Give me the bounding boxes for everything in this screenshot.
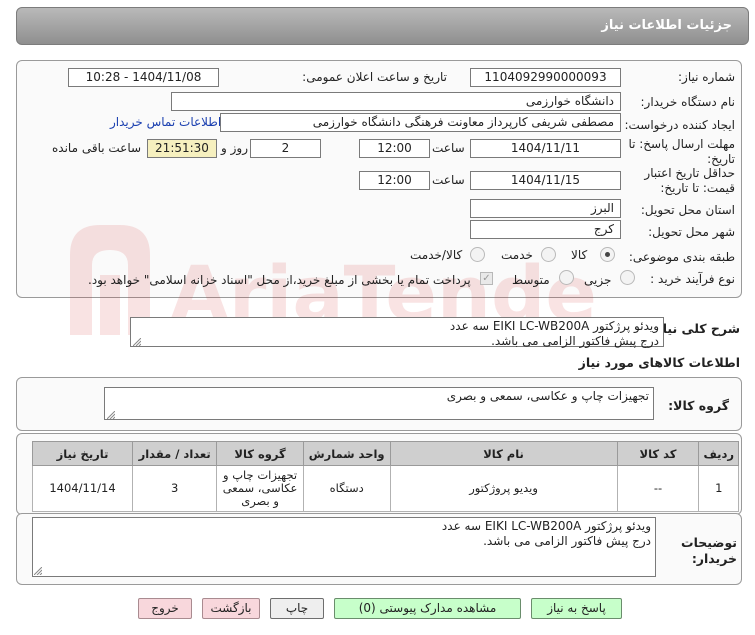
buyer-notes-label-line1: توضیحات bbox=[681, 535, 737, 550]
summary-line-1: ویدئو پرژکتور EIKI LC-WB200A سه عدد bbox=[449, 319, 659, 333]
province-label: استان محل تحویل: bbox=[640, 203, 735, 217]
remaining-time-field: 21:51:30 bbox=[147, 139, 217, 158]
announce-label: تاریخ و ساعت اعلان عمومی: bbox=[302, 70, 447, 84]
contact-buyer-link[interactable]: اطلاعات تماس خریدار bbox=[110, 115, 221, 129]
cell-item-code: -- bbox=[616, 465, 700, 512]
city-label: شهر محل تحویل: bbox=[648, 225, 735, 239]
items-table: ردیف کد کالا نام کالا واحد شمارش گروه کا… bbox=[31, 441, 739, 512]
title-bar: جزئیات اطلاعات نیاز bbox=[16, 7, 749, 45]
need-number-label: شماره نیاز: bbox=[678, 70, 735, 84]
exit-button[interactable]: خروج bbox=[138, 598, 192, 619]
process-option-medium: متوسط bbox=[512, 273, 550, 287]
days-label: روز و bbox=[221, 141, 248, 155]
process-label: نوع فرآیند خرید : bbox=[650, 272, 735, 286]
remaining-label: ساعت باقی مانده bbox=[52, 141, 142, 155]
col-header: کد کالا bbox=[616, 441, 700, 466]
cell-item-group: تجهیزات چاپ و عکاسی، سمعی و بصری bbox=[216, 465, 304, 512]
col-header: ردیف bbox=[698, 441, 739, 466]
col-header: واحد شمارش bbox=[302, 441, 391, 466]
table-row: 1 -- ویدیو پروژکتور دستگاه تجهیزات چاپ و… bbox=[31, 465, 739, 512]
buyer-org-label: نام دستگاه خریدار: bbox=[640, 95, 736, 109]
validity-label-line2: قیمت: تا تاریخ: bbox=[660, 181, 735, 195]
cell-item-name: ویدیو پروژکتور bbox=[389, 465, 618, 512]
items-table-header: ردیف کد کالا نام کالا واحد شمارش گروه کا… bbox=[31, 441, 739, 466]
deadline-time-label: ساعت bbox=[432, 141, 465, 155]
radio-selected-icon[interactable] bbox=[600, 247, 615, 262]
summary-textarea: ویدئو پرژکتور EIKI LC-WB200A سه عدد درج … bbox=[130, 317, 664, 348]
goods-group-field: تجهیزات چاپ و عکاسی، سمعی و بصری bbox=[104, 387, 654, 420]
col-header: تاریخ نیاز bbox=[31, 441, 134, 466]
goods-section-title: اطلاعات کالاهای مورد نیاز bbox=[578, 355, 740, 370]
cell-quantity: 3 bbox=[132, 465, 218, 512]
buyer-org-field: دانشگاه خوارزمی bbox=[171, 92, 621, 111]
announce-field: 1404/11/08 - 10:28 bbox=[68, 68, 219, 87]
deadline-time-field: 12:00 bbox=[359, 139, 430, 158]
category-label: طبقه بندی موضوعی: bbox=[628, 250, 735, 264]
radio-icon[interactable] bbox=[559, 270, 574, 285]
process-option-small: جزیی bbox=[584, 273, 612, 287]
category-option-goods: کالا bbox=[571, 248, 588, 262]
buyer-notes-textarea: ویدئو پرژکتور EIKI LC-WB200A سه عدد درج … bbox=[32, 517, 656, 577]
print-button[interactable]: چاپ bbox=[270, 598, 324, 619]
cell-need-date: 1404/11/14 bbox=[31, 465, 134, 512]
radio-icon[interactable] bbox=[541, 247, 556, 262]
validity-time-label: ساعت bbox=[432, 173, 465, 187]
creator-label: ایجاد کننده درخواست: bbox=[624, 118, 735, 132]
resize-grip-icon[interactable] bbox=[107, 411, 115, 419]
deadline-date-field: 1404/11/11 bbox=[470, 139, 621, 158]
days-field: 2 bbox=[250, 139, 321, 158]
buyer-notes-line-2: درج پیش فاکتور الزامی می باشد. bbox=[483, 534, 651, 548]
province-field: البرز bbox=[470, 199, 621, 218]
category-option-service: خدمت bbox=[501, 248, 533, 262]
buyer-notes-label-line2: خریدار: bbox=[691, 551, 737, 566]
validity-time-field: 12:00 bbox=[359, 171, 430, 190]
buyer-notes-line-1: ویدئو پرژکتور EIKI LC-WB200A سه عدد bbox=[441, 519, 651, 533]
view-attachments-button[interactable]: مشاهده مدارک پیوستی (0) bbox=[334, 598, 521, 619]
category-option-both: کالا/خدمت bbox=[410, 248, 463, 262]
validity-date-field: 1404/11/15 bbox=[470, 171, 621, 190]
creator-field: مصطفی شریفی کارپرداز معاونت فرهنگی دانشگ… bbox=[220, 113, 621, 132]
col-header: گروه کالا bbox=[216, 441, 304, 466]
back-button[interactable]: بازگشت bbox=[202, 598, 260, 619]
radio-icon[interactable] bbox=[470, 247, 485, 262]
resize-grip-icon[interactable] bbox=[34, 567, 42, 575]
need-number-field: 1104092990000093 bbox=[470, 68, 621, 87]
city-field: کرج bbox=[470, 220, 621, 239]
goods-group-label: گروه کالا: bbox=[668, 398, 729, 413]
reply-button[interactable]: پاسخ به نیاز bbox=[531, 598, 622, 619]
radio-icon[interactable] bbox=[620, 270, 635, 285]
col-header: تعداد / مقدار bbox=[132, 441, 218, 466]
goods-group-value: تجهیزات چاپ و عکاسی، سمعی و بصری bbox=[446, 389, 649, 403]
cell-unit: دستگاه bbox=[302, 465, 391, 512]
deadline-label-line2: تاریخ: bbox=[707, 152, 735, 166]
deadline-label-line1: مهلت ارسال پاسخ: تا bbox=[628, 137, 735, 151]
validity-label-line1: حداقل تاریخ اعتبار bbox=[644, 166, 735, 180]
checkbox-icon[interactable]: ✓ bbox=[480, 272, 493, 285]
col-header: نام کالا bbox=[389, 441, 618, 466]
cell-row-number: 1 bbox=[698, 465, 739, 512]
summary-line-2: درج پیش فاکتور الزامی می باشد. bbox=[491, 334, 659, 348]
page-title: جزئیات اطلاعات نیاز bbox=[601, 18, 732, 33]
payment-note: پرداخت تمام یا بخشی از مبلغ خرید،از محل … bbox=[88, 273, 471, 287]
resize-grip-icon[interactable] bbox=[133, 338, 141, 346]
